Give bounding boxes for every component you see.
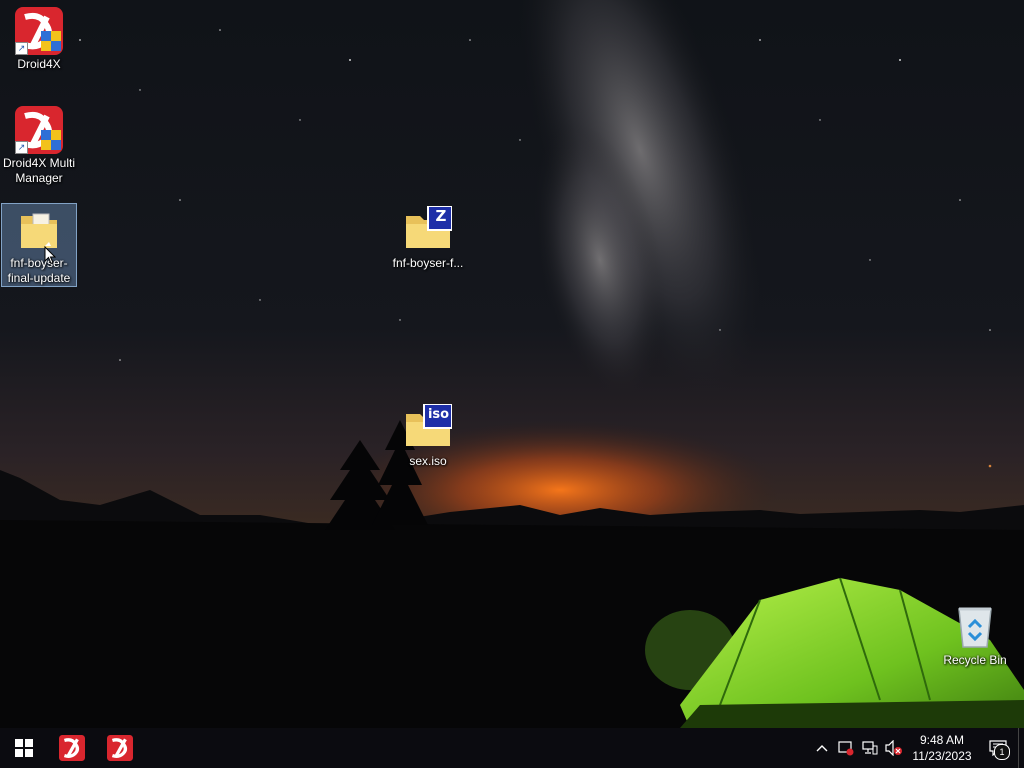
recycle-bin-icon	[951, 603, 999, 651]
windows-logo-icon	[15, 739, 33, 757]
droid4x-app-icon: ↗	[15, 7, 63, 55]
archive-badge: iso	[427, 407, 450, 422]
desktop-icon-droid4x-multi-manager[interactable]: ↗ Droid4X Multi Manager	[1, 103, 77, 187]
chevron-up-icon[interactable]	[810, 728, 834, 768]
iso-archive-icon: iso	[404, 403, 453, 452]
zip-archive-icon: Z	[404, 205, 453, 254]
shortcut-arrow-icon: ↗	[15, 141, 28, 154]
droid4x-taskbar-icon	[59, 735, 85, 761]
show-desktop-button[interactable]	[1018, 728, 1024, 768]
desktop-icon-label: fnf-boyser-final-update	[7, 256, 71, 285]
network-icon[interactable]	[858, 728, 882, 768]
desktop-icon-label: Droid4X	[17, 57, 61, 71]
notification-center-button[interactable]: 1	[978, 728, 1018, 768]
taskbar-droid4x-button[interactable]	[48, 728, 96, 768]
volume-muted-icon[interactable]	[882, 728, 906, 768]
notification-count-badge: 1	[994, 744, 1010, 760]
desktop-icon-label: Recycle Bin	[943, 653, 1007, 667]
desktop-icon-label: sex.iso	[409, 454, 447, 468]
desktop-icon-fnf-boyser-folder[interactable]: fnf-boyser-final-update	[1, 203, 77, 287]
desktop-icon-label: fnf-boyser-f...	[392, 256, 464, 270]
desktop-icon-recycle-bin[interactable]: Recycle Bin	[937, 600, 1013, 669]
mouse-cursor-icon	[44, 246, 56, 265]
taskbar-droid4x-multi-manager-button[interactable]	[96, 728, 144, 768]
start-button[interactable]	[0, 728, 48, 768]
droid4x-multi-manager-icon: ↗	[15, 106, 63, 154]
droid4x-multi-manager-taskbar-icon	[107, 735, 133, 761]
archive-badge: Z	[435, 207, 447, 225]
desktop-icon-droid4x[interactable]: ↗ Droid4X	[1, 4, 77, 73]
desktop-icon-label: Droid4X Multi Manager	[2, 156, 76, 185]
desktop-wallpaper	[0, 0, 1024, 728]
taskbar-clock[interactable]: 9:48 AM 11/23/2023	[906, 732, 978, 764]
system-tray: 9:48 AM 11/23/2023 1	[810, 728, 1024, 768]
desktop-icon-sex-iso[interactable]: iso sex.iso	[390, 401, 466, 470]
clock-date: 11/23/2023	[912, 749, 972, 763]
clock-time: 9:48 AM	[919, 733, 965, 747]
action-center-flag-icon[interactable]	[834, 728, 858, 768]
taskbar: 9:48 AM 11/23/2023 1	[0, 728, 1024, 768]
desktop-icon-fnf-boyser-zip[interactable]: Z fnf-boyser-f...	[390, 203, 466, 272]
shortcut-arrow-icon: ↗	[15, 42, 28, 55]
